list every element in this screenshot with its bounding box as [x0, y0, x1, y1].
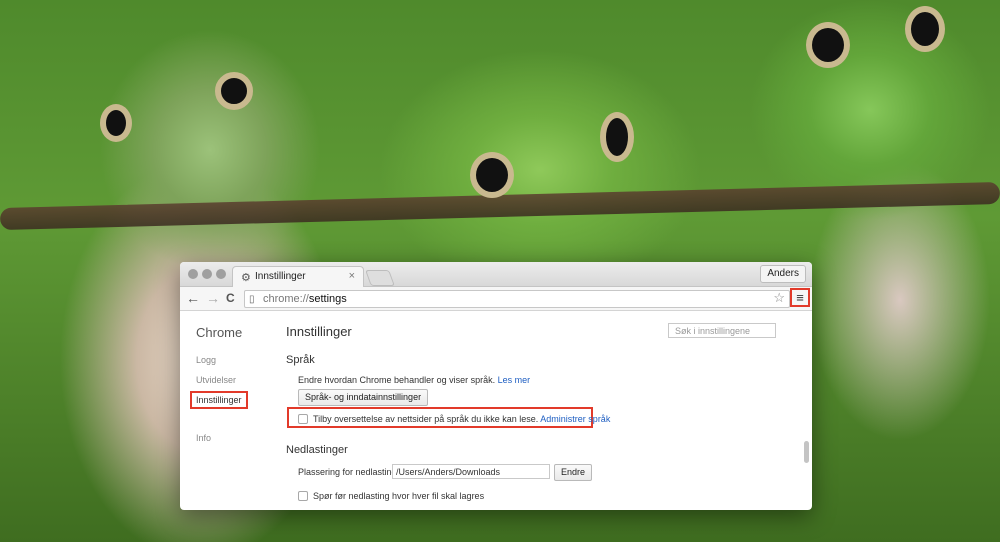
learn-more-link[interactable]: Les mer	[498, 375, 531, 385]
sidebar-item-logg[interactable]: Logg	[196, 355, 216, 365]
translate-row: Tilby oversettelse av nettsider på språk…	[313, 414, 610, 424]
downloads-heading: Nedlastinger	[286, 444, 348, 456]
sidebar-item-info[interactable]: Info	[196, 433, 211, 443]
frog-eye	[470, 152, 514, 198]
minimize-window-button[interactable]	[202, 269, 212, 279]
browser-window: ⚙ Innstillinger × Anders ← → C ▯ chrome:…	[180, 262, 812, 510]
ask-location-label: Spør før nedlasting hvor hver fil skal l…	[313, 491, 485, 501]
download-location-label: Plassering for nedlasting:	[298, 467, 400, 477]
address-bar[interactable]: ▯ chrome://settings ☆	[244, 290, 790, 308]
desktop: { "window": { "tab_title": "Innstillinge…	[0, 0, 1000, 542]
url-path: settings	[308, 293, 347, 305]
frog-eye	[905, 6, 945, 52]
gear-icon: ⚙	[241, 272, 251, 284]
url-scheme: chrome://	[263, 293, 309, 305]
frog-eye	[806, 22, 850, 68]
reload-icon[interactable]: C	[226, 291, 235, 305]
url-text: chrome://settings	[263, 291, 347, 307]
tab-settings[interactable]: ⚙ Innstillinger ×	[232, 266, 364, 287]
forward-icon[interactable]: →	[206, 290, 220, 306]
tab-close-icon[interactable]: ×	[349, 270, 355, 282]
frog-eye	[600, 112, 634, 162]
page-title: Innstillinger	[286, 324, 352, 339]
zoom-window-button[interactable]	[216, 269, 226, 279]
bookmark-star-icon[interactable]: ☆	[773, 290, 785, 306]
profile-button[interactable]: Anders	[760, 265, 806, 283]
translate-checkbox[interactable]	[298, 414, 308, 424]
scrollbar[interactable]	[804, 441, 809, 463]
download-location-field[interactable]: /Users/Anders/Downloads	[392, 464, 550, 479]
new-tab-button[interactable]	[365, 270, 395, 286]
settings-page: Chrome Logg Utvidelser Innstillinger Inf…	[180, 311, 812, 510]
change-location-button[interactable]: Endre	[554, 464, 593, 481]
toolbar: ← → C ▯ chrome://settings ☆ ≡	[180, 287, 812, 311]
translate-checkbox-label: Tilby oversettelse av nettsider på språk…	[313, 414, 539, 424]
language-description: Endre hvordan Chrome behandler og viser …	[298, 375, 530, 385]
title-bar: ⚙ Innstillinger × Anders	[180, 262, 812, 287]
language-heading: Språk	[286, 354, 315, 366]
language-settings-button[interactable]: Språk- og inndatainnstillinger	[298, 389, 429, 406]
sidebar-title: Chrome	[196, 325, 243, 340]
settings-search-input[interactable]: Søk i innstillingene	[668, 323, 776, 338]
manage-languages-link[interactable]: Administrer språk	[540, 414, 610, 424]
frog-eye	[100, 104, 132, 142]
sidebar-item-innstillinger[interactable]: Innstillinger	[190, 391, 248, 409]
language-description-text: Endre hvordan Chrome behandler og viser …	[298, 375, 496, 385]
page-icon: ▯	[249, 294, 255, 305]
close-window-button[interactable]	[188, 269, 198, 279]
back-icon[interactable]: ←	[186, 290, 200, 306]
chrome-menu-button[interactable]: ≡	[790, 288, 810, 307]
tab-title: Innstillinger	[255, 271, 306, 282]
frog-eye	[215, 72, 253, 110]
ask-location-checkbox[interactable]	[298, 491, 308, 501]
sidebar-item-utvidelser[interactable]: Utvidelser	[196, 375, 236, 385]
